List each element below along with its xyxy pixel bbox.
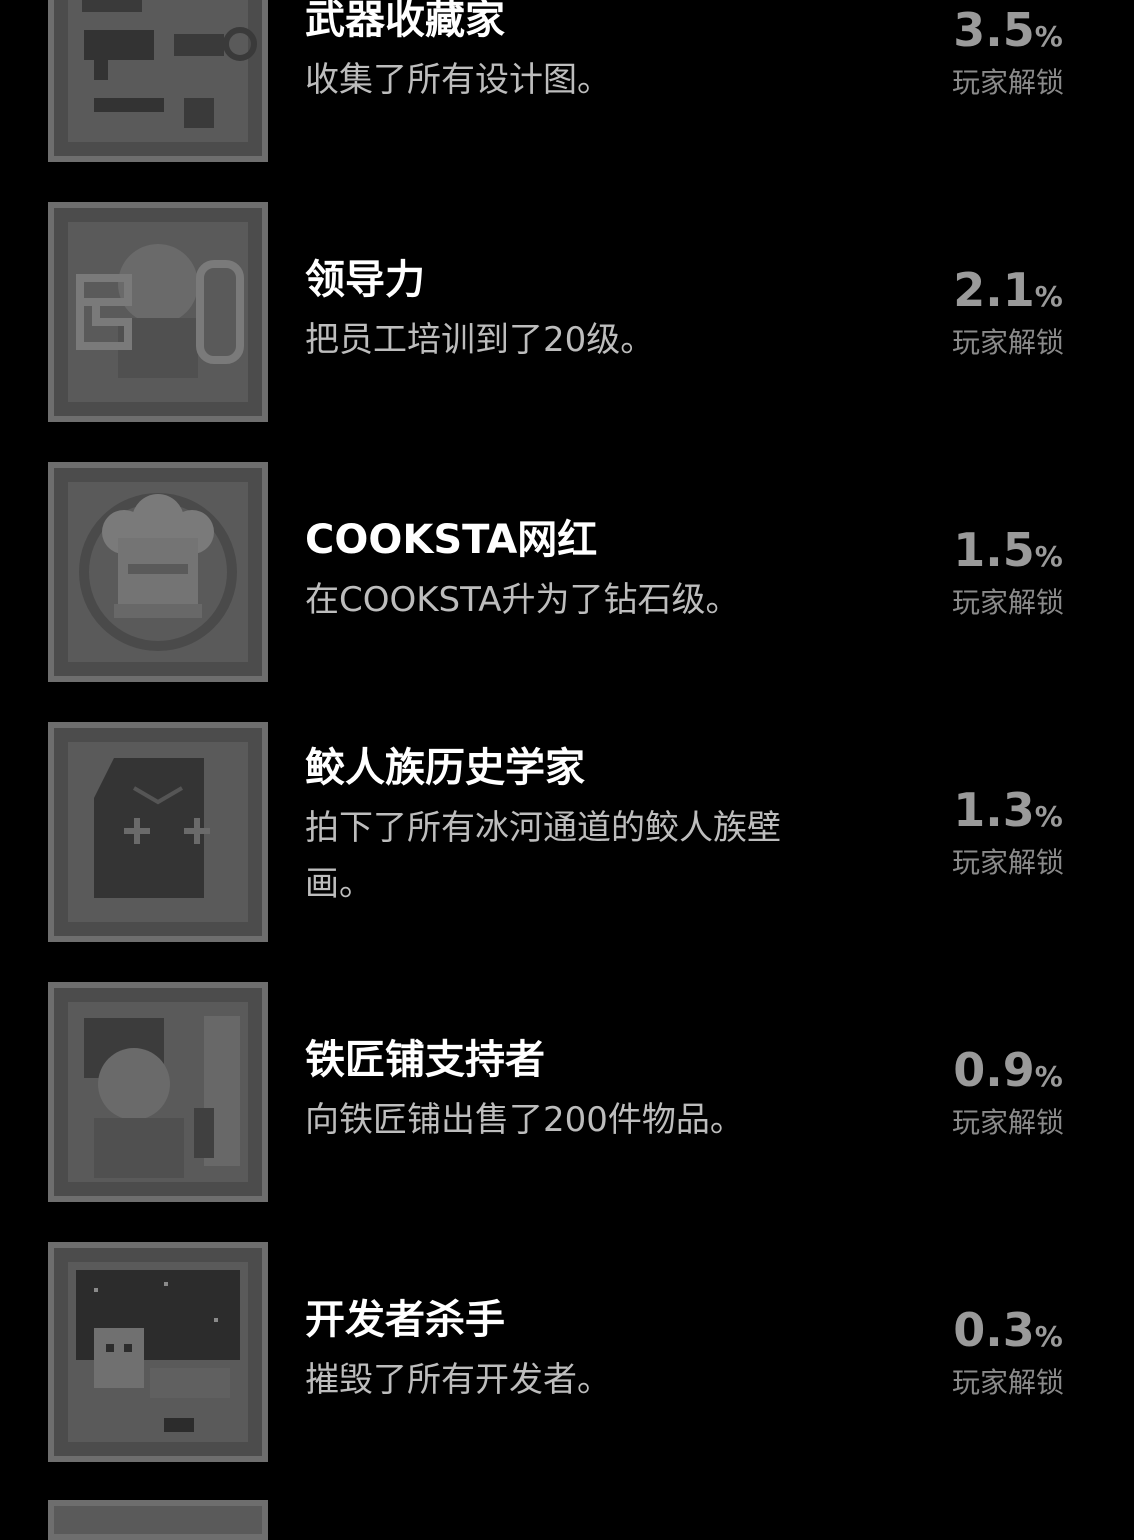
achievement-row[interactable]: 领导力 把员工培训到了20级。 2.1% 玩家解锁: [0, 160, 1134, 422]
achievement-row[interactable]: 武器收藏家 收集了所有设计图。 3.5% 玩家解锁: [0, 0, 1134, 162]
achievement-description: 在COOKSTA升为了钻石级。: [305, 580, 740, 620]
achievement-description: 拍下了所有冰河通道的鲛人族壁画。: [305, 808, 781, 904]
unlock-stat: 2.1% 玩家解锁: [920, 264, 1096, 361]
percent-symbol: %: [1034, 20, 1063, 53]
developer-slayer-icon: [48, 1242, 268, 1462]
achievement-description: 把员工培训到了20级。: [305, 320, 655, 360]
achievement-row[interactable]: COOKSTA网红 在COOKSTA升为了钻石级。 1.5% 玩家解锁: [0, 420, 1134, 682]
achievement-text: 开发者杀手 摧毁了所有开发者。: [305, 1296, 845, 1408]
unlock-percent: 1.3%: [920, 784, 1096, 843]
percent-symbol: %: [1034, 800, 1063, 833]
achievement-text: 铁匠铺支持者 向铁匠铺出售了200件物品。: [305, 1036, 845, 1148]
achievement-list: 武器收藏家 收集了所有设计图。 3.5% 玩家解锁 领导力 把员工培训到了20级…: [0, 0, 1134, 1462]
unlock-label: 玩家解锁: [951, 1106, 1064, 1139]
unlock-percent-value: 0.3: [953, 1303, 1035, 1357]
achievement-row[interactable]: 鲛人族历史学家 拍下了所有冰河通道的鲛人族壁画。 1.3% 玩家解锁: [0, 680, 1134, 942]
unlock-percent-value: 2.1: [953, 263, 1035, 317]
unlock-label: 玩家解锁: [951, 586, 1064, 619]
achievement-row[interactable]: 铁匠铺支持者 向铁匠铺出售了200件物品。 0.9% 玩家解锁: [0, 940, 1134, 1202]
achievement-description: 摧毁了所有开发者。: [305, 1360, 611, 1400]
unlock-label: 玩家解锁: [951, 1366, 1064, 1399]
achievement-text: 领导力 把员工培训到了20级。: [305, 256, 845, 368]
achievement-description: 向铁匠铺出售了200件物品。: [305, 1100, 744, 1140]
achievement-title: 开发者杀手: [305, 1297, 505, 1343]
unlock-label: 玩家解锁: [951, 846, 1064, 879]
unlock-percent: 3.5%: [920, 4, 1096, 63]
percent-symbol: %: [1034, 540, 1063, 573]
achievement-title: 铁匠铺支持者: [305, 1037, 545, 1083]
achievement-description: 收集了所有设计图。: [305, 60, 611, 100]
unlock-percent-value: 3.5: [953, 3, 1035, 57]
unlock-percent: 1.5%: [920, 524, 1096, 583]
achievement-title: 武器收藏家: [305, 0, 505, 43]
percent-symbol: %: [1034, 280, 1063, 313]
weapons-collection-icon: [48, 0, 268, 162]
employee-level-20-icon: [48, 202, 268, 422]
unlock-label: 玩家解锁: [951, 66, 1064, 99]
unlock-stat: 0.3% 玩家解锁: [920, 1304, 1096, 1401]
unlock-stat: 3.5% 玩家解锁: [920, 4, 1096, 101]
achievement-text: 武器收藏家 收集了所有设计图。: [305, 0, 845, 108]
chef-hat-badge-icon: [48, 462, 268, 682]
unlock-stat: 0.9% 玩家解锁: [920, 1044, 1096, 1141]
next-achievement-icon-partial: [48, 1500, 268, 1540]
blacksmith-200-icon: [48, 982, 268, 1202]
achievement-text: 鲛人族历史学家 拍下了所有冰河通道的鲛人族壁画。: [305, 744, 845, 912]
unlock-percent: 0.9%: [920, 1044, 1096, 1103]
percent-symbol: %: [1034, 1320, 1063, 1353]
unlock-percent-value: 1.5: [953, 523, 1035, 577]
unlock-percent: 0.3%: [920, 1304, 1096, 1363]
achievement-row[interactable]: 开发者杀手 摧毁了所有开发者。 0.3% 玩家解锁: [0, 1200, 1134, 1462]
unlock-stat: 1.3% 玩家解锁: [920, 784, 1096, 881]
unlock-label: 玩家解锁: [951, 326, 1064, 359]
percent-symbol: %: [1034, 1060, 1063, 1093]
unlock-percent-value: 1.3: [953, 783, 1035, 837]
unlock-percent: 2.1%: [920, 264, 1096, 323]
unlock-percent-value: 0.9: [953, 1043, 1035, 1097]
mural-icon: [48, 722, 268, 942]
achievement-text: COOKSTA网红 在COOKSTA升为了钻石级。: [305, 516, 845, 628]
unlock-stat: 1.5% 玩家解锁: [920, 524, 1096, 621]
achievement-title: COOKSTA网红: [305, 517, 598, 563]
achievement-title: 领导力: [305, 257, 425, 303]
achievement-title: 鲛人族历史学家: [305, 745, 585, 791]
